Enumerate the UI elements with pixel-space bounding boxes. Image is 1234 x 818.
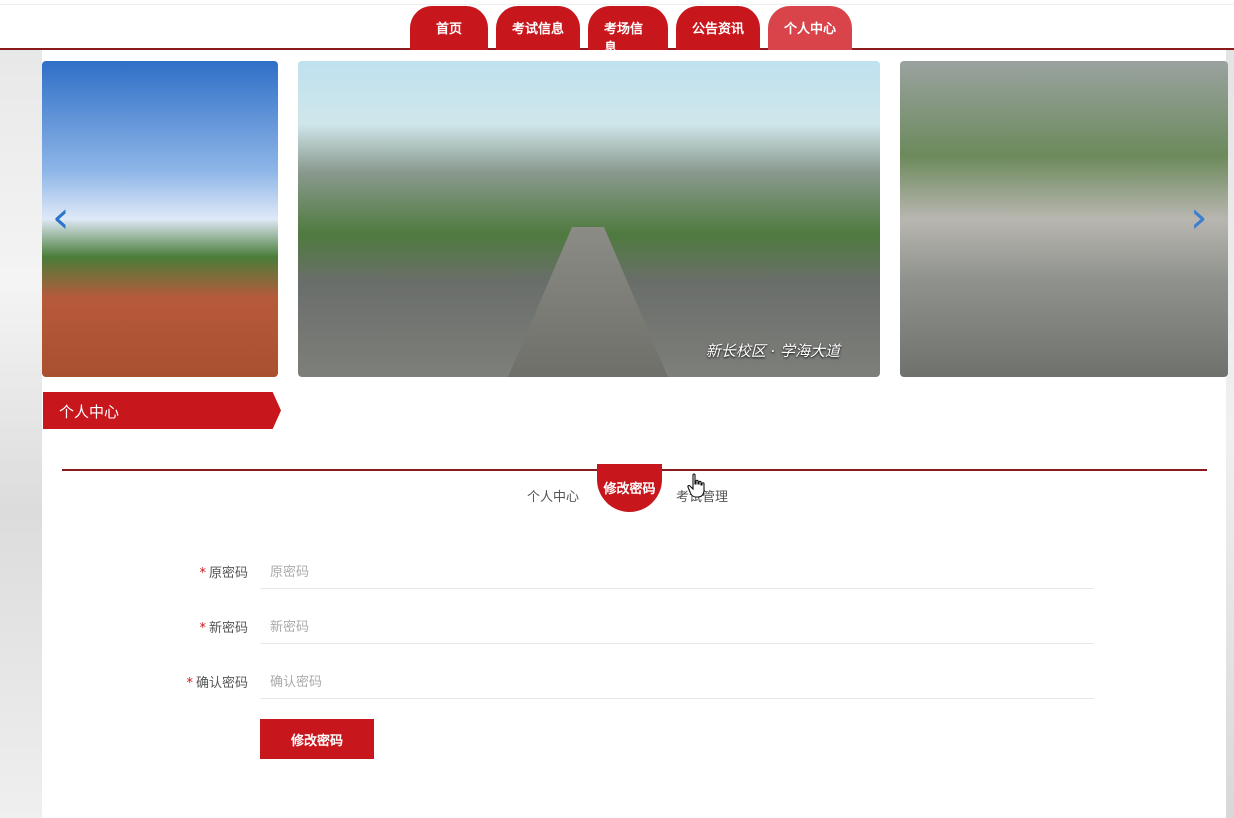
required-mark: * <box>199 566 206 581</box>
top-nav-bar: 首页 考试信息 考场信息 公告资讯 个人中心 <box>0 0 1234 56</box>
hand-cursor-icon <box>687 473 705 498</box>
old-password-input[interactable] <box>260 556 1094 589</box>
confirm-password-input[interactable] <box>260 666 1094 699</box>
new-password-input[interactable] <box>260 611 1094 644</box>
form-row-new-password: * 新密码 <box>0 611 1234 645</box>
confirm-password-label-text: 确认密码 <box>195 676 248 691</box>
nav-item-home[interactable]: 首页 <box>410 6 488 50</box>
left-side-decoration <box>0 50 42 818</box>
required-mark: * <box>199 621 206 636</box>
slide-caption: 新长校区 · 学海大道 <box>705 342 840 360</box>
image-carousel: 新长校区 · 学海大道 ‹ › <box>42 61 1228 377</box>
top-divider <box>0 4 1234 5</box>
nav-item-venue-info[interactable]: 考场信息 <box>588 6 668 56</box>
tab-change-password[interactable]: 修改密码 <box>597 464 662 512</box>
carousel-slide-current[interactable]: 新长校区 · 学海大道 <box>298 61 880 377</box>
new-password-label-text: 新密码 <box>208 621 248 636</box>
carousel-slide-prev[interactable] <box>42 61 278 377</box>
campus-road-image <box>508 227 668 377</box>
nav-item-personal-center[interactable]: 个人中心 <box>768 6 852 50</box>
main-nav: 首页 考试信息 考场信息 公告资讯 个人中心 <box>410 6 852 56</box>
change-password-button[interactable]: 修改密码 <box>260 719 374 759</box>
account-tabs: 个人中心 修改密码 考试管理 <box>0 464 1234 512</box>
old-password-label: * 原密码 <box>199 562 248 581</box>
required-mark: * <box>186 676 193 691</box>
section-title: 个人中心 <box>43 392 281 429</box>
tab-personal-center[interactable]: 个人中心 <box>527 486 579 505</box>
confirm-password-label: * 确认密码 <box>186 672 248 691</box>
form-row-confirm-password: * 确认密码 <box>0 666 1234 700</box>
nav-item-announcements[interactable]: 公告资讯 <box>676 6 760 50</box>
nav-item-exam-info[interactable]: 考试信息 <box>496 6 580 50</box>
carousel-slide-next[interactable] <box>900 61 1228 377</box>
chevron-right-icon[interactable]: › <box>1190 196 1208 240</box>
form-row-old-password: * 原密码 <box>0 556 1234 590</box>
chevron-left-icon[interactable]: ‹ <box>52 196 70 240</box>
new-password-label: * 新密码 <box>199 617 248 636</box>
old-password-label-text: 原密码 <box>208 566 248 581</box>
